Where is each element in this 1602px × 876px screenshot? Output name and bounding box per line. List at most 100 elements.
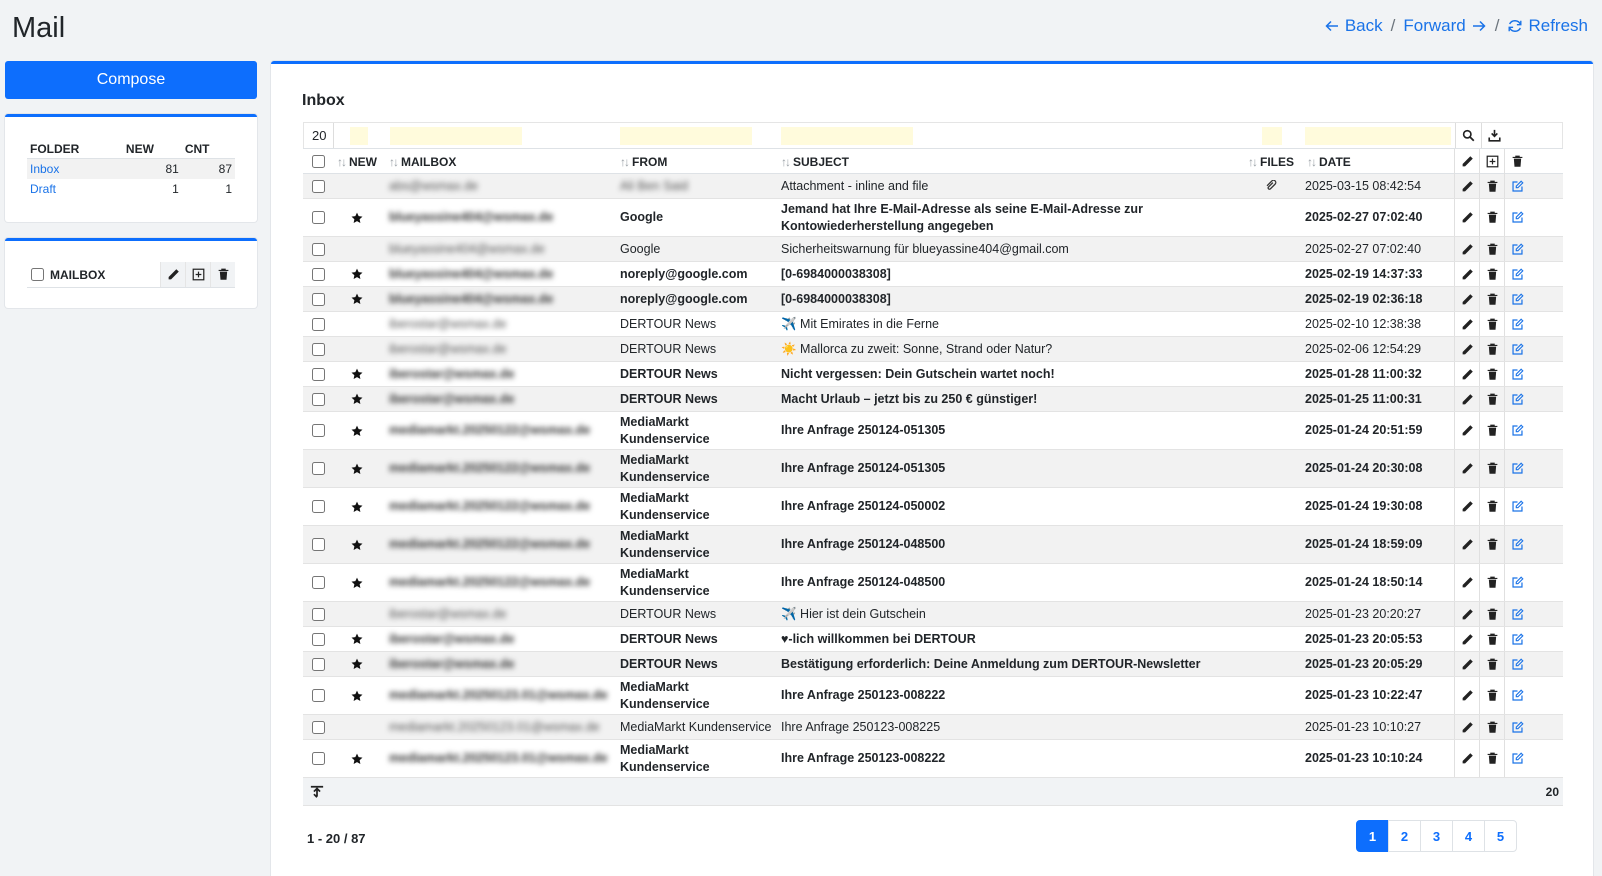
subject-cell[interactable]: Ihre Anfrage 250124-050002 [781,488,1221,525]
open-button[interactable] [1504,652,1530,676]
edit-button[interactable] [1454,450,1479,487]
open-button[interactable] [1504,602,1530,626]
open-button[interactable] [1504,740,1530,777]
edit-button[interactable] [1454,564,1479,601]
subject-cell[interactable]: ✈️ Mit Emirates in die Ferne [781,312,1221,336]
mailbox-edit-button[interactable] [160,262,185,287]
folder-row-draft[interactable]: Draft 1 1 [27,179,235,199]
filter-from[interactable] [620,127,752,145]
subject-cell[interactable]: Attachment - inline and file [781,174,1221,198]
subject-cell[interactable]: [0-6984000038308] [781,262,1221,286]
table-row[interactable]: mediamarkt.20250122@wsmax.de MediaMarkt … [303,450,1563,488]
open-button[interactable] [1504,312,1530,336]
filter-mailbox[interactable] [390,127,522,145]
open-button[interactable] [1504,412,1530,449]
subject-cell[interactable]: Ihre Anfrage 250124-048500 [781,526,1221,563]
open-button[interactable] [1504,287,1530,311]
row-checkbox[interactable] [312,342,325,356]
row-checkbox[interactable] [312,317,325,331]
row-checkbox[interactable] [312,292,325,306]
page-5-button[interactable]: 5 [1484,820,1517,852]
open-button[interactable] [1504,174,1530,198]
open-button[interactable] [1504,237,1530,261]
edit-button[interactable] [1454,287,1479,311]
edit-button[interactable] [1454,362,1479,386]
edit-button[interactable] [1454,387,1479,411]
mailbox-add-button[interactable] [185,262,210,287]
delete-button[interactable] [1479,677,1504,714]
row-checkbox[interactable] [312,632,325,646]
page-3-button[interactable]: 3 [1420,820,1453,852]
select-all-checkbox[interactable] [312,155,325,168]
row-checkbox[interactable] [312,500,325,513]
delete-button[interactable] [1479,564,1504,601]
filter-subject[interactable] [781,127,913,145]
edit-button[interactable] [1454,652,1479,676]
edit-button[interactable] [1454,488,1479,525]
delete-button[interactable] [1479,602,1504,626]
row-checkbox[interactable] [312,367,325,381]
page-4-button[interactable]: 4 [1452,820,1485,852]
delete-button[interactable] [1479,488,1504,525]
subject-cell[interactable]: ♥-lich willkommen bei DERTOUR [781,627,1221,651]
delete-button[interactable] [1479,627,1504,651]
delete-button[interactable] [1479,652,1504,676]
header-date[interactable]: ↑↓ DATE [1307,149,1351,174]
open-button[interactable] [1504,715,1530,739]
row-checkbox[interactable] [312,242,325,256]
download-button[interactable] [1481,123,1507,148]
subject-cell[interactable]: Nicht vergessen: Dein Gutschein wartet n… [781,362,1221,386]
open-button[interactable] [1504,564,1530,601]
table-row[interactable]: blueyassine404@wsmax.de noreply@google.c… [303,287,1563,312]
page-2-button[interactable]: 2 [1388,820,1421,852]
table-row[interactable]: mediamarkt.20250122@wsmax.de MediaMarkt … [303,488,1563,526]
table-row[interactable]: iberostar@wsmax.de DERTOUR News Bestätig… [303,652,1563,677]
row-checkbox[interactable] [312,657,325,671]
edit-button[interactable] [1454,526,1479,563]
open-button[interactable] [1504,337,1530,361]
table-row[interactable]: iberostar@wsmax.de DERTOUR News Macht Ur… [303,387,1563,412]
search-button[interactable] [1455,123,1481,148]
subject-cell[interactable]: ✈️ Hier ist dein Gutschein [781,602,1221,626]
row-checkbox[interactable] [312,211,325,224]
table-row[interactable]: abs@wsmax.de Ali Ben Said Attachment - i… [303,174,1563,199]
open-button[interactable] [1504,488,1530,525]
open-button[interactable] [1504,199,1530,236]
delete-button[interactable] [1479,387,1504,411]
row-checkbox[interactable] [312,462,325,475]
row-checkbox[interactable] [312,392,325,406]
edit-button[interactable] [1454,337,1479,361]
edit-button[interactable] [1454,262,1479,286]
table-row[interactable]: mediamarkt.20250122@wsmax.de MediaMarkt … [303,412,1563,450]
delete-button[interactable] [1479,362,1504,386]
subject-cell[interactable]: Ihre Anfrage 250124-051305 [781,450,1221,487]
row-checkbox[interactable] [312,424,325,437]
edit-button[interactable] [1454,199,1479,236]
header-mailbox[interactable]: ↑↓ MAILBOX [389,149,456,174]
edit-button[interactable] [1454,602,1479,626]
filter-date[interactable] [1305,127,1451,145]
delete-button[interactable] [1479,174,1504,198]
bulk-edit-button[interactable] [1454,149,1479,174]
edit-button[interactable] [1454,677,1479,714]
header-subject[interactable]: ↑↓ SUBJECT [781,149,849,174]
folder-link-draft[interactable]: Draft [30,182,56,196]
table-row[interactable]: iberostar@wsmax.de DERTOUR News ☀️ Mallo… [303,337,1563,362]
row-checkbox[interactable] [312,752,325,765]
table-row[interactable]: mediamarkt.20250122@wsmax.de MediaMarkt … [303,564,1563,602]
table-row[interactable]: blueyassine404@wsmax.de Google Jemand ha… [303,199,1563,237]
open-button[interactable] [1504,362,1530,386]
collapse-button[interactable] [310,785,324,802]
delete-button[interactable] [1479,312,1504,336]
subject-cell[interactable]: Ihre Anfrage 250124-051305 [781,412,1221,449]
subject-cell[interactable]: Ihre Anfrage 250124-048500 [781,564,1221,601]
bulk-delete-button[interactable] [1504,149,1529,174]
table-row[interactable]: blueyassine404@wsmax.de noreply@google.c… [303,262,1563,287]
subject-cell[interactable]: Macht Urlaub – jetzt bis zu 250 € günsti… [781,387,1221,411]
table-row[interactable]: mediamarkt.20250123.01@wsmax.de MediaMar… [303,740,1563,778]
filter-files[interactable] [1262,127,1282,145]
delete-button[interactable] [1479,412,1504,449]
subject-cell[interactable]: [0-6984000038308] [781,287,1221,311]
edit-button[interactable] [1454,740,1479,777]
edit-button[interactable] [1454,237,1479,261]
